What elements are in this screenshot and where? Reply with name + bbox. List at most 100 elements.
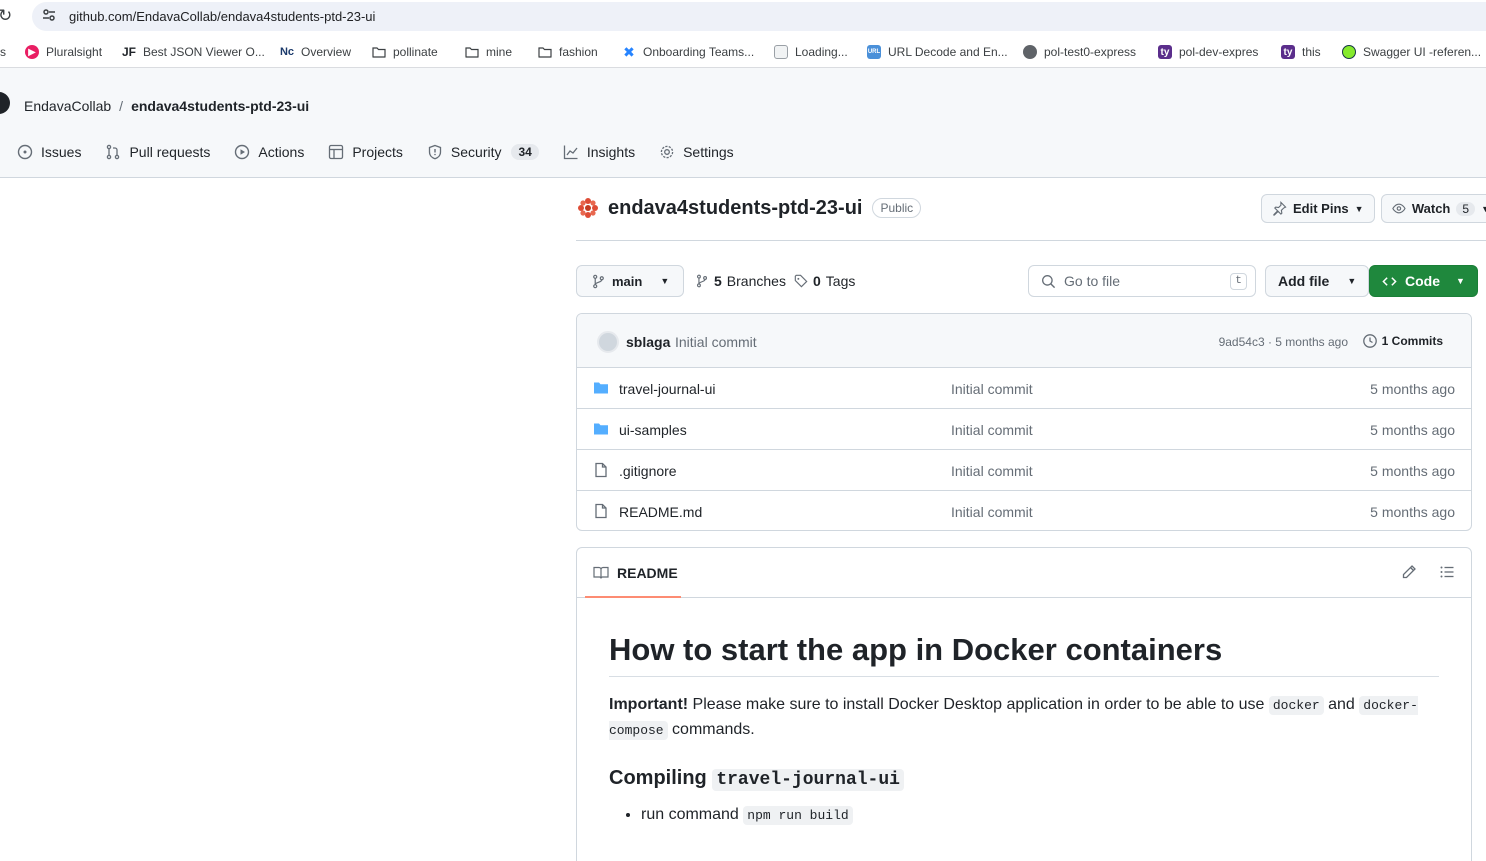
- watch-count: 5: [1456, 201, 1476, 216]
- breadcrumb: EndavaCollab / endava4students-ptd-23-ui: [24, 98, 309, 114]
- bookmark-loading[interactable]: Loading...: [774, 45, 848, 59]
- file-commit-message[interactable]: Initial commit: [951, 463, 1033, 479]
- commits-link[interactable]: 1 Commits: [1362, 333, 1443, 349]
- jf-icon: JF: [122, 45, 137, 59]
- latest-commit-row: sblaga Initial commit 9ad54c3 · 5 months…: [577, 314, 1471, 368]
- url-text[interactable]: github.com/EndavaCollab/endava4students-…: [69, 9, 375, 24]
- code-npm-run-build: npm run build: [743, 806, 853, 825]
- security-alert-count: 34: [511, 144, 539, 160]
- bookmark-pollinate[interactable]: pollinate: [372, 45, 438, 59]
- file-age: 5 months ago: [1370, 504, 1455, 520]
- file-commit-message[interactable]: Initial commit: [951, 381, 1033, 397]
- pluralsight-icon: ▶: [25, 45, 39, 59]
- swagger-icon: [1342, 45, 1356, 59]
- file-name[interactable]: ui-samples: [619, 422, 687, 438]
- bookmark-pluralsight[interactable]: ▶ Pluralsight: [25, 45, 102, 59]
- bookmark-pol-dev-expres[interactable]: ty pol-dev-expres: [1158, 45, 1258, 59]
- bookmark-mine[interactable]: mine: [465, 45, 512, 59]
- file-row[interactable]: ui-samples Initial commit 5 months ago: [577, 409, 1471, 450]
- url-icon: URL: [867, 45, 881, 59]
- tab-readme[interactable]: README: [593, 565, 678, 581]
- bookmark-pol-test0-express[interactable]: pol-test0-express: [1023, 45, 1136, 59]
- commit-author[interactable]: sblaga: [626, 334, 670, 350]
- file-icon: [595, 462, 607, 478]
- repo-link[interactable]: endava4students-ptd-23-ui: [131, 98, 309, 114]
- edit-pins-button[interactable]: Edit Pins ▼: [1261, 194, 1375, 223]
- file-row[interactable]: .gitignore Initial commit 5 months ago: [577, 450, 1471, 491]
- bookmark-this[interactable]: ty this: [1281, 45, 1321, 59]
- readme-body: How to start the app in Docker container…: [609, 632, 1439, 825]
- tyk-icon: ty: [1281, 45, 1295, 59]
- add-file-button[interactable]: Add file ▼: [1265, 265, 1370, 297]
- folder-icon: [465, 47, 479, 58]
- file-row[interactable]: README.md Initial commit 5 months ago: [577, 491, 1471, 530]
- jira-icon: ✖: [623, 43, 635, 60]
- tab-projects[interactable]: Projects: [328, 144, 403, 160]
- repo-avatar-icon: [578, 198, 598, 218]
- file-row[interactable]: travel-journal-ui Initial commit 5 month…: [577, 368, 1471, 409]
- go-to-file-input[interactable]: [1064, 273, 1224, 289]
- branch-selector[interactable]: main ▼: [576, 265, 685, 297]
- tab-underline: [585, 596, 681, 598]
- commit-meta[interactable]: 9ad54c3 · 5 months ago: [1219, 335, 1348, 349]
- bookmark-s[interactable]: s: [0, 45, 6, 59]
- bookmark-overview[interactable]: Nc Overview: [280, 45, 351, 59]
- avatar[interactable]: [597, 331, 619, 353]
- site-settings-icon[interactable]: [42, 8, 56, 22]
- watch-button[interactable]: Watch 5 ▼: [1381, 194, 1486, 223]
- repo-name[interactable]: endava4students-ptd-23-ui: [608, 197, 862, 220]
- bookmark-swagger[interactable]: Swagger UI -referen...: [1342, 45, 1481, 59]
- bookmark-fashion[interactable]: fashion: [538, 45, 598, 59]
- search-icon: [1042, 274, 1056, 288]
- file-commit-message[interactable]: Initial commit: [951, 422, 1033, 438]
- file-commit-message[interactable]: Initial commit: [951, 504, 1033, 520]
- table-icon: [329, 144, 344, 160]
- shield-icon: [428, 144, 442, 160]
- important-label: Important!: [609, 696, 689, 713]
- breadcrumb-separator: /: [119, 98, 124, 114]
- tab-pull-requests[interactable]: Pull requests: [105, 144, 210, 160]
- chevron-down-icon: ▼: [660, 276, 670, 286]
- title-divider: [576, 240, 1486, 241]
- readme-header: README: [577, 548, 1471, 598]
- bookmark-onboarding-teams[interactable]: ✖ Onboarding Teams...: [622, 43, 754, 60]
- file-name[interactable]: README.md: [619, 504, 702, 520]
- file-name[interactable]: .gitignore: [619, 463, 677, 479]
- bookmark-url-decode[interactable]: URL URL Decode and En...: [867, 45, 1008, 59]
- tab-insights[interactable]: Insights: [563, 144, 635, 160]
- bookmarks-bar: s ▶ Pluralsight JF Best JSON Viewer O... N…: [0, 36, 1486, 68]
- book-icon: [593, 566, 609, 579]
- browser-address-bar: ↻ github.com/EndavaCollab/endava4student…: [0, 0, 1486, 34]
- tab-actions[interactable]: Actions: [234, 144, 304, 160]
- chevron-down-icon: ▼: [1354, 203, 1364, 214]
- tab-security[interactable]: Security 34: [427, 144, 539, 160]
- go-to-file-search[interactable]: t: [1028, 265, 1256, 297]
- nc-icon: Nc: [279, 46, 295, 58]
- list-unordered-icon[interactable]: [1439, 564, 1455, 580]
- tags-link[interactable]: 0 Tags: [794, 273, 855, 289]
- reload-icon[interactable]: ↻: [0, 6, 12, 26]
- bookmark-json-viewer[interactable]: JF Best JSON Viewer O...: [122, 45, 265, 59]
- github-logo-icon[interactable]: [0, 92, 10, 114]
- owner-link[interactable]: EndavaCollab: [24, 98, 111, 114]
- globe-icon: [1023, 45, 1037, 59]
- code-icon: [1382, 276, 1397, 286]
- folder-icon: [594, 382, 608, 394]
- branches-link[interactable]: 5 Branches: [695, 273, 786, 289]
- code-docker: docker: [1268, 696, 1324, 715]
- file-name[interactable]: travel-journal-ui: [619, 381, 715, 397]
- repo-title: endava4students-ptd-23-ui Public: [576, 196, 922, 220]
- readme-subheading: Compiling travel-journal-ui: [609, 767, 1439, 791]
- readme-actions: [1401, 564, 1455, 580]
- commit-message[interactable]: Initial commit: [675, 334, 757, 350]
- history-icon: [1362, 334, 1377, 348]
- tab-issues[interactable]: Issues: [17, 144, 81, 160]
- code-button[interactable]: Code ▼: [1369, 265, 1478, 297]
- folder-icon: [594, 423, 608, 435]
- pencil-icon[interactable]: [1401, 564, 1417, 580]
- file-age: 5 months ago: [1370, 422, 1455, 438]
- tab-settings[interactable]: Settings: [659, 144, 734, 160]
- git-branch-icon: [593, 274, 604, 288]
- repo-header: EndavaCollab / endava4students-ptd-23-ui I…: [0, 68, 1486, 178]
- eye-icon: [1392, 203, 1406, 214]
